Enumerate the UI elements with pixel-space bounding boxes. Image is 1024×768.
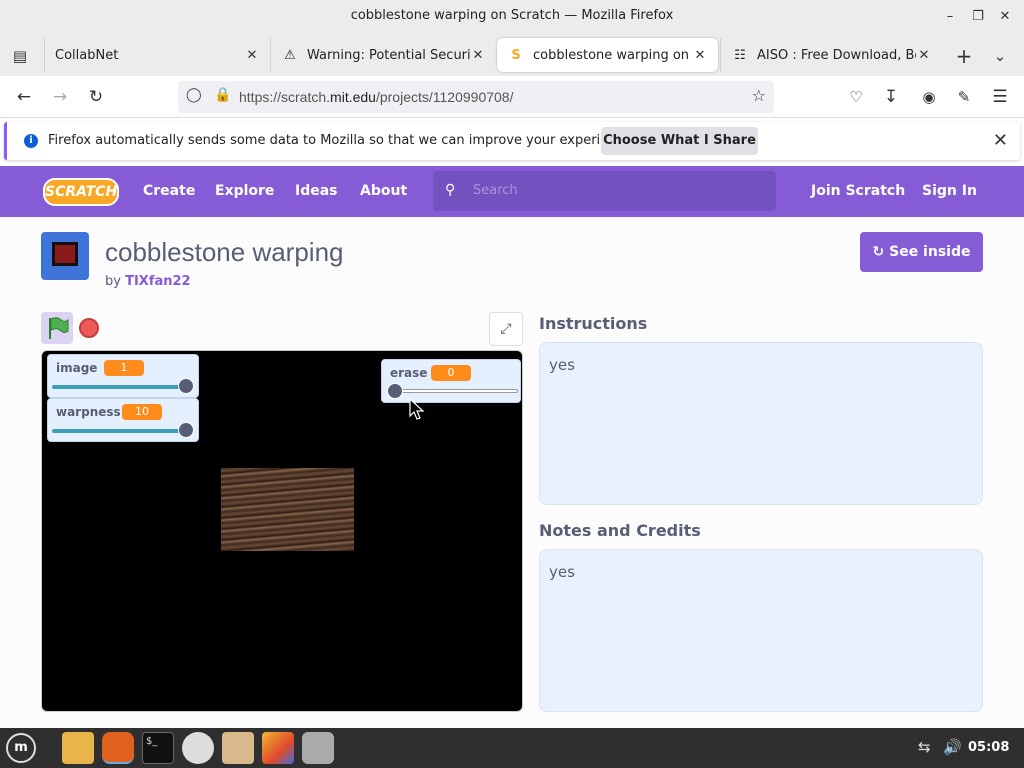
terminal-icon[interactable]: $_ xyxy=(142,732,174,764)
warpness-slider-knob[interactable] xyxy=(178,422,194,438)
green-flag-icon xyxy=(49,317,69,339)
close-notification-icon[interactable]: ✕ xyxy=(993,130,1008,151)
project-page: cobblestone warping by TIXfan22 ↻ See in… xyxy=(0,217,1024,728)
nav-about[interactable]: About xyxy=(360,183,407,199)
mint-menu-icon[interactable]: m xyxy=(6,733,36,763)
scratch-header: SCRATCH Create Explore Ideas About ⚲ Sea… xyxy=(0,166,1024,217)
back-icon[interactable]: ← xyxy=(12,85,36,109)
close-tab-icon[interactable]: ✕ xyxy=(244,48,260,63)
new-tab-icon[interactable]: + xyxy=(952,44,976,68)
mouse-cursor-icon xyxy=(409,398,425,420)
image-slider[interactable] xyxy=(52,385,182,389)
project-thumbnail xyxy=(41,232,89,280)
extensions-icon[interactable]: ✎ xyxy=(952,85,976,109)
project-stage[interactable]: image 1 warpness 10 erase 0 xyxy=(41,350,523,712)
forward-icon[interactable]: → xyxy=(48,85,72,109)
nav-ideas[interactable]: Ideas xyxy=(295,183,338,199)
network-icon[interactable]: ⇆ xyxy=(918,738,931,756)
monitor-image: image 1 xyxy=(47,354,199,398)
menu-icon[interactable]: ☰ xyxy=(988,85,1012,109)
see-inside-button[interactable]: ↻ See inside xyxy=(860,232,983,272)
tab-aiso[interactable]: ☷ AISO : Free Download, Borrow ✕ xyxy=(720,38,942,72)
search-input[interactable]: ⚲ Search xyxy=(433,171,776,211)
reload-icon[interactable]: ↻ xyxy=(84,85,108,109)
search-icon: ⚲ xyxy=(445,182,456,198)
taskbar: m $_ ⇆ 🔊 05:08 xyxy=(0,728,1024,768)
tab-list-icon[interactable]: ▤ xyxy=(8,44,32,68)
info-icon: i xyxy=(24,134,38,148)
scratch-favicon-icon: S xyxy=(511,47,521,63)
warning-icon: ⚠ xyxy=(284,47,296,63)
nav-create[interactable]: Create xyxy=(143,183,195,199)
close-tab-icon[interactable]: ✕ xyxy=(470,48,486,63)
project-author-line: by TIXfan22 xyxy=(105,274,191,289)
shield-icon[interactable]: ◯ xyxy=(186,87,202,103)
author-link[interactable]: TIXfan22 xyxy=(125,274,191,289)
choose-what-i-share-button[interactable]: Choose What I Share xyxy=(601,127,758,155)
erase-slider[interactable] xyxy=(390,389,518,393)
screenshot-tool-icon[interactable] xyxy=(302,732,334,764)
image-slider-knob[interactable] xyxy=(178,378,194,394)
firefox-icon[interactable] xyxy=(102,732,134,764)
scratch-logo[interactable]: SCRATCH xyxy=(43,178,119,206)
tab-collabnet[interactable]: CollabNet ✕ xyxy=(44,38,270,72)
instructions-box[interactable]: yes xyxy=(539,342,983,505)
chevron-down-icon[interactable]: ⌄ xyxy=(988,44,1012,68)
file-manager-icon[interactable] xyxy=(62,732,94,764)
fullscreen-icon[interactable]: ⤢ xyxy=(489,312,523,346)
instructions-heading: Instructions xyxy=(539,314,648,333)
data-notification-bar: i Firefox automatically sends some data … xyxy=(4,122,1020,160)
maximize-icon[interactable]: ❐ xyxy=(968,7,988,27)
notification-message: Firefox automatically sends some data to… xyxy=(48,133,636,148)
tab-scratch-project[interactable]: S cobblestone warping on Scratch ✕ xyxy=(497,38,718,72)
warpness-slider[interactable] xyxy=(52,429,182,433)
close-tab-icon[interactable]: ✕ xyxy=(692,48,708,63)
project-title: cobblestone warping xyxy=(105,237,344,267)
archive-manager-icon[interactable] xyxy=(222,732,254,764)
lock-icon[interactable]: 🔒 xyxy=(214,87,231,103)
nav-bar: ← → ↻ ◯ 🔒 https://scratch.mit.edu/projec… xyxy=(0,76,1024,118)
account-icon[interactable]: ◉ xyxy=(917,85,941,109)
minimize-icon[interactable]: – xyxy=(940,7,960,27)
monitor-warpness: warpness 10 xyxy=(47,398,199,442)
window-titlebar: cobblestone warping on Scratch — Mozilla… xyxy=(0,0,1024,34)
join-scratch-link[interactable]: Join Scratch xyxy=(811,183,905,199)
close-window-icon[interactable]: ✕ xyxy=(995,7,1015,27)
tab-security-warning[interactable]: ⚠ Warning: Potential Security Risk ✕ xyxy=(270,38,496,72)
nav-explore[interactable]: Explore xyxy=(215,183,274,199)
pocket-icon[interactable]: ♡ xyxy=(844,85,868,109)
tab-strip: ▤ CollabNet ✕ ⚠ Warning: Potential Secur… xyxy=(0,34,1024,76)
close-tab-icon[interactable]: ✕ xyxy=(916,48,932,63)
green-flag-button[interactable] xyxy=(41,312,73,344)
stop-button[interactable] xyxy=(79,318,99,338)
archive-icon: ☷ xyxy=(734,47,746,63)
notes-heading: Notes and Credits xyxy=(539,521,701,540)
clock[interactable]: 05:08 xyxy=(968,740,1009,755)
window-title: cobblestone warping on Scratch — Mozilla… xyxy=(350,8,674,23)
erase-slider-knob[interactable] xyxy=(387,383,403,399)
bookmark-star-icon[interactable]: ☆ xyxy=(752,86,766,105)
monitor-erase: erase 0 xyxy=(381,359,521,403)
download-icon[interactable]: ↧ xyxy=(879,85,903,109)
volume-icon[interactable]: 🔊 xyxy=(943,738,962,756)
remix-icon: ↻ xyxy=(872,244,885,260)
sign-in-link[interactable]: Sign In xyxy=(922,183,977,199)
address-bar[interactable]: ◯ 🔒 https://scratch.mit.edu/projects/112… xyxy=(178,81,774,113)
image-viewer-icon[interactable] xyxy=(262,732,294,764)
notes-box[interactable]: yes xyxy=(539,549,983,712)
disc-icon[interactable] xyxy=(182,732,214,764)
url-text[interactable]: https://scratch.mit.edu/projects/1120990… xyxy=(239,89,513,105)
cobblestone-sprite xyxy=(221,468,354,551)
